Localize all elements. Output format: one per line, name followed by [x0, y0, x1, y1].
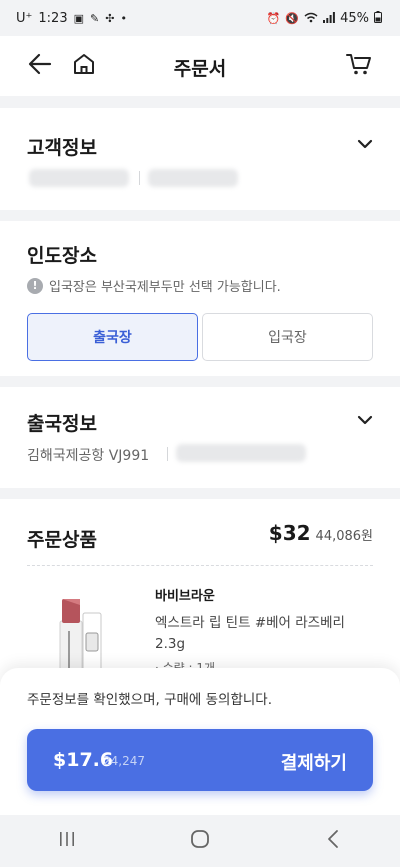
chevron-left-icon — [327, 829, 339, 853]
order-total-krw: 44,086원 — [315, 529, 373, 544]
order-items-section: 주문상품 $32 44,086원 바비브라운 엑스트라 립 틴트 #베어 라즈베… — [0, 499, 400, 680]
separator — [167, 447, 168, 461]
app-header: 주문서 — [0, 36, 400, 96]
customer-info-section: 고객정보 — [0, 108, 400, 210]
gallery-icon: ▣ — [73, 11, 84, 25]
departure-info-toggle[interactable] — [356, 411, 374, 429]
info-circle-icon: ! — [27, 277, 43, 294]
payment-sheet: 주문정보를 확인했으며, 구매에 동의합니다. $17.6 24,247 결제하… — [0, 668, 400, 815]
home-icon — [72, 52, 96, 80]
chevron-down-icon — [356, 138, 374, 157]
status-left: U⁺ 1:23 ▣ ✎ ✣ • — [16, 11, 127, 26]
status-bar: U⁺ 1:23 ▣ ✎ ✣ • ⏰ 🔇 45% — [0, 0, 400, 36]
consent-text: 주문정보를 확인했으며, 구매에 동의합니다. — [27, 692, 273, 708]
system-nav-bar — [0, 815, 400, 867]
fan-icon: ✣ — [105, 11, 115, 25]
customer-info-toggle[interactable] — [356, 135, 374, 153]
battery-icon — [374, 11, 382, 25]
order-items-title: 주문상품 — [27, 529, 97, 551]
chevron-down-icon — [356, 414, 374, 433]
section-divider — [0, 376, 400, 387]
wifi-icon — [304, 12, 318, 25]
section-divider — [0, 488, 400, 499]
departure-info-section: 출국정보 김해국제공항 VJ991 — [0, 387, 400, 488]
pickup-notice: ! 입국장은 부산국제부두만 선택 가능합니다. — [27, 276, 281, 295]
pay-button-label: 결제하기 — [280, 753, 347, 774]
home-circle-icon — [190, 829, 210, 853]
time-label: 1:23 — [38, 10, 68, 26]
back-nav-button[interactable] — [309, 821, 357, 861]
page-title: 주문서 — [173, 58, 227, 80]
product-brand: 바비브라운 — [155, 589, 215, 604]
home-nav-button[interactable] — [176, 821, 224, 861]
separator — [139, 171, 140, 185]
pickup-location-section: 인도장소 ! 입국장은 부산국제부두만 선택 가능합니다. 출국장 입국장 — [0, 221, 400, 376]
section-divider — [0, 96, 400, 108]
pen-icon: ✎ — [90, 11, 100, 25]
customer-phone-masked — [148, 169, 238, 187]
pay-button[interactable]: $17.6 24,247 결제하기 — [27, 729, 373, 791]
recent-apps-icon — [58, 831, 76, 851]
mute-icon: 🔇 — [285, 11, 300, 25]
cart-button[interactable] — [343, 50, 375, 82]
recent-apps-button[interactable] — [43, 821, 91, 861]
arrow-left-icon — [28, 53, 52, 79]
pickup-location-title: 인도장소 — [27, 245, 97, 267]
dashed-divider — [27, 565, 373, 566]
pay-amount-krw: 24,247 — [103, 754, 145, 768]
customer-name-masked — [29, 169, 129, 187]
alarm-icon: ⏰ — [266, 11, 281, 25]
departure-info-title: 출국정보 — [27, 413, 97, 435]
section-divider — [0, 210, 400, 221]
departure-datetime-masked — [176, 444, 306, 462]
dot-icon: • — [120, 11, 127, 25]
carrier-label: U⁺ — [16, 10, 33, 26]
pickup-notice-text: 입국장은 부산국제부두만 선택 가능합니다. — [49, 280, 281, 295]
back-button[interactable] — [24, 50, 56, 82]
arrival-hall-option[interactable]: 입국장 — [202, 313, 373, 361]
order-total: $32 44,086원 — [269, 521, 373, 545]
product-name: 엑스트라 립 틴트 #베어 라즈베리 2.3g — [155, 615, 345, 652]
signal-icon — [323, 11, 335, 25]
departure-hall-option[interactable]: 출국장 — [27, 313, 198, 361]
cart-icon — [346, 52, 372, 80]
status-right: ⏰ 🔇 45% — [267, 11, 382, 26]
home-button[interactable] — [68, 50, 100, 82]
order-total-usd: $32 — [268, 521, 311, 545]
customer-info-title: 고객정보 — [27, 137, 97, 159]
battery-label: 45% — [340, 10, 369, 26]
flight-info: 김해국제공항 VJ991 — [27, 448, 150, 464]
